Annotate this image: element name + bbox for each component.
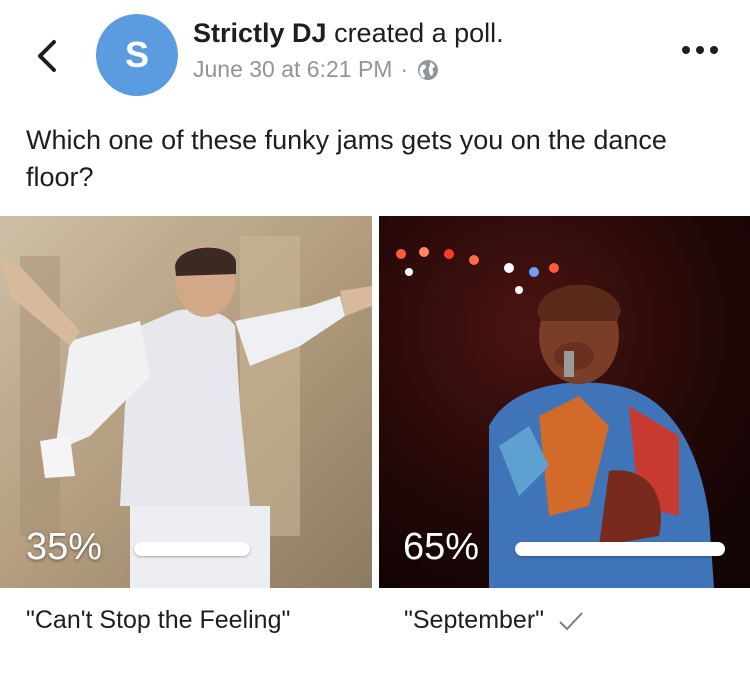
post-title: Strictly DJ created a poll.: [193, 18, 504, 49]
post-header: S Strictly DJ created a poll. June 30 at…: [0, 0, 750, 110]
post-meta: June 30 at 6:21 PM ·: [193, 56, 440, 83]
post-action: created a poll.: [326, 18, 504, 48]
option-2-label[interactable]: "September": [404, 606, 584, 635]
option-1-label[interactable]: "Can't Stop the Feeling": [26, 606, 290, 635]
poll-option-1[interactable]: 35%: [0, 216, 372, 588]
more-options-icon[interactable]: [680, 38, 720, 62]
poll-option-2[interactable]: 65%: [379, 216, 750, 588]
author-name[interactable]: Strictly DJ: [193, 18, 327, 48]
option-1-result-bar: [134, 542, 251, 556]
chevron-left-icon[interactable]: [30, 36, 64, 76]
avatar[interactable]: S: [96, 14, 178, 96]
post-timestamp[interactable]: June 30 at 6:21 PM: [193, 56, 392, 83]
option-2-result-bar-track: [515, 542, 725, 556]
checkmark-icon: [559, 611, 583, 630]
poll-question: Which one of these funky jams gets you o…: [26, 125, 667, 192]
option-1-label-text: "Can't Stop the Feeling": [26, 606, 291, 634]
avatar-letter: S: [124, 34, 149, 75]
globe-icon: [418, 59, 439, 80]
meta-separator: ·: [400, 56, 409, 82]
option-2-label-text: "September": [404, 606, 545, 634]
option-1-percent: 35%: [26, 526, 103, 568]
option-1-result-bar-track: [134, 542, 350, 556]
option-2-result-bar: [515, 542, 725, 556]
option-2-percent: 65%: [403, 526, 480, 568]
